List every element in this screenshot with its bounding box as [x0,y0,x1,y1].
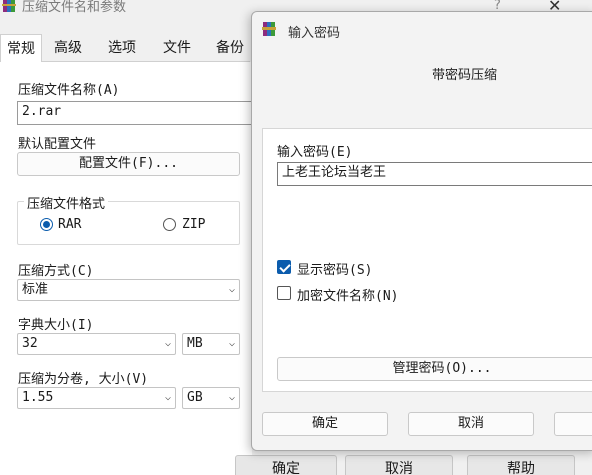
tab-general[interactable]: 常规 [0,34,42,63]
compression-method-label: 压缩方式(C) [18,264,94,279]
chevron-down-icon: ⌵ [228,392,235,403]
cancel-button[interactable]: 取消 [345,455,453,475]
show-password-label: 显示密码(S) [297,263,373,278]
format-zip-radio[interactable] [163,218,176,231]
password-label: 输入密码(E) [277,145,353,160]
dialog-help-button[interactable] [554,412,592,436]
winrar-app-icon [262,22,276,36]
compression-method-value: 标准 [22,282,49,297]
password-dialog: 输入密码 带密码压缩 输入密码(E) 上老王论坛当老王 显示密码(S) 加密文件… [251,11,592,451]
dialog-ok-button[interactable]: 确定 [262,412,388,436]
dialog-title: 输入密码 [288,26,341,41]
window-title: 压缩文件名和参数 [22,0,127,15]
encrypt-names-label: 加密文件名称(N) [297,289,399,304]
dialog-title-bar: 输入密码 [252,12,592,46]
format-rar-label: RAR [58,217,82,232]
dictionary-size-label: 字典大小(I) [18,318,94,333]
profile-button[interactable]: 配置文件(F)... [17,152,240,176]
dialog-cancel-button[interactable]: 取消 [408,412,534,436]
archive-name-label: 压缩文件名称(A) [18,83,120,98]
ok-button[interactable]: 确定 [235,455,337,475]
format-rar-radio[interactable] [40,218,53,231]
split-unit-value: GB [187,390,203,405]
format-zip-label: ZIP [182,217,206,232]
password-panel: 输入密码(E) 上老王论坛当老王 显示密码(S) 加密文件名称(N) 管理密码(… [262,128,592,392]
tab-options[interactable]: 选项 [102,34,142,62]
tab-backup[interactable]: 备份 [210,34,250,62]
compression-method-select[interactable]: 标准 ⌵ [17,279,240,301]
manage-passwords-button[interactable]: 管理密码(O)... [277,357,592,381]
tab-files[interactable]: 文件 [157,34,197,62]
tab-advanced[interactable]: 高级 [48,34,88,62]
chevron-down-icon: ⌵ [164,338,171,349]
chevron-down-icon: ⌵ [228,338,235,349]
split-volume-value: 1.55 [22,390,54,405]
general-tab-panel: 压缩文件名称(A) 2.rar 默认配置文件 配置文件(F)... 压缩文件格式… [0,62,257,475]
dictionary-size-value: 32 [22,336,38,351]
default-profile-label: 默认配置文件 [18,137,97,152]
winrar-app-icon [2,0,16,12]
dialog-heading: 带密码压缩 [432,68,498,83]
format-group-label: 压缩文件格式 [24,193,109,212]
archive-name-field[interactable]: 2.rar [17,101,257,125]
dictionary-unit-select[interactable]: MB ⌵ [182,333,240,355]
dictionary-unit-value: MB [187,336,203,351]
dictionary-size-select[interactable]: 32 ⌵ [17,333,176,355]
encrypt-names-checkbox[interactable] [277,286,291,300]
chevron-down-icon: ⌵ [228,284,235,295]
tab-bar: 常规 高级 选项 文件 备份 [0,34,250,63]
split-unit-select[interactable]: GB ⌵ [182,387,240,409]
chevron-down-icon: ⌵ [164,392,171,403]
split-volume-label: 压缩为分卷, 大小(V) [18,372,149,387]
help-button[interactable]: 帮助 [467,455,575,475]
show-password-checkbox[interactable] [277,260,291,274]
split-volume-select[interactable]: 1.55 ⌵ [17,387,176,409]
password-field[interactable]: 上老王论坛当老王 [277,162,592,186]
